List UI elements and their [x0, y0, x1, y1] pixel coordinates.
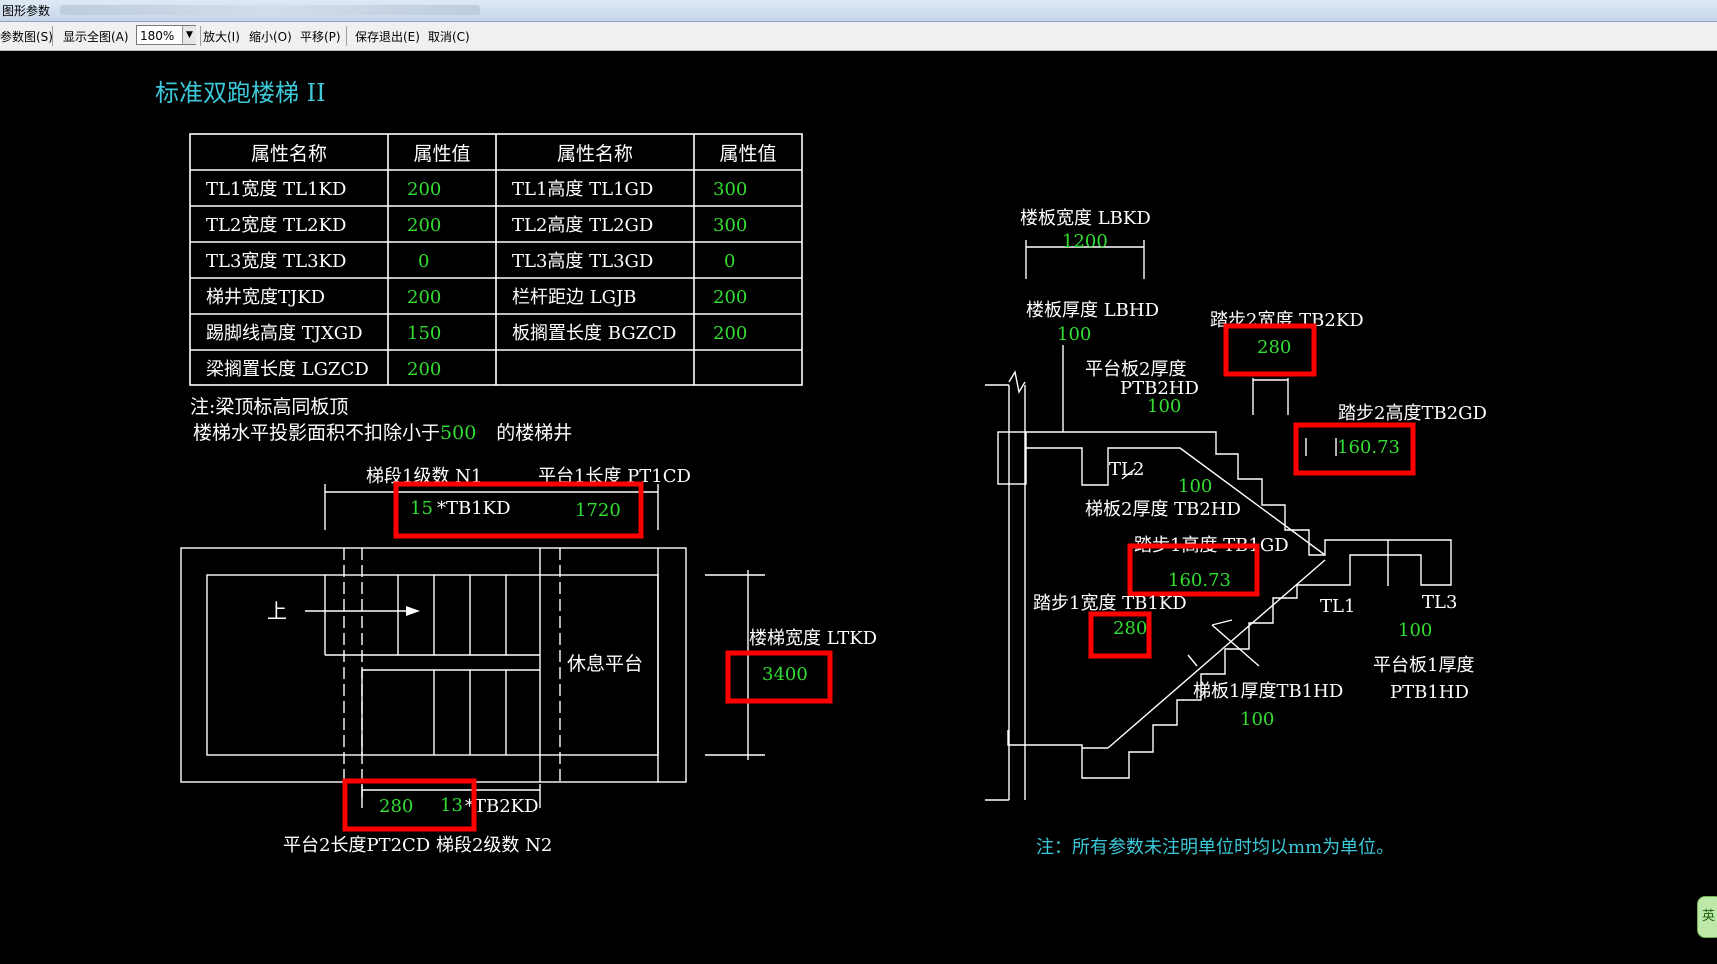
- title-bar: 图形参数: [0, 0, 1717, 22]
- table-cell: 栏杆距边 LGJB: [512, 287, 637, 308]
- tb1-text: *TB1KD: [437, 498, 511, 519]
- drawing-canvas[interactable]: 标准双跑楼梯 II 属性名称 属性值 属性名称 属性值 TL1宽度 TL1KD …: [0, 51, 1717, 964]
- tb2gd-value[interactable]: 160.73: [1337, 437, 1400, 458]
- table-cell-value[interactable]: 300: [713, 215, 747, 236]
- table-cell: TL3宽度 TL3KD: [206, 251, 346, 272]
- table-cell: TL2高度 TL2GD: [512, 215, 653, 236]
- table-cell: TL3高度 TL3GD: [512, 251, 653, 272]
- ptb1-value[interactable]: 100: [1398, 620, 1432, 641]
- save-exit-button[interactable]: 保存退出(E): [355, 28, 420, 45]
- ptb2-value[interactable]: 100: [1147, 396, 1181, 417]
- table-cell: 踢脚线高度 TJXGD: [206, 323, 363, 344]
- tb1hd-label: 梯板1厚度TB1HD: [1193, 681, 1343, 702]
- table-header: 属性名称: [251, 143, 327, 165]
- note-stairwell: 楼梯水平投影面积不扣除小于500 的楼梯井: [193, 422, 572, 444]
- ptb2-label: 平台板2厚度: [1085, 359, 1186, 380]
- width-value[interactable]: 3400: [762, 664, 808, 685]
- rest-platform-label: 休息平台: [567, 653, 643, 675]
- zoom-out-button[interactable]: 缩小(O): [249, 28, 292, 45]
- table-cell: TL1宽度 TL1KD: [206, 179, 346, 200]
- n1-value[interactable]: 15: [410, 498, 433, 519]
- stair-plan-view: [180, 484, 765, 808]
- table-cell: TL2宽度 TL2KD: [206, 215, 346, 236]
- table-cell: TL1高度 TL1GD: [512, 179, 653, 200]
- table-cell-value[interactable]: 150: [407, 323, 441, 344]
- ptb1-code: PTB1HD: [1390, 682, 1469, 703]
- plan-bottom-label: 平台2长度PT2CD 梯段2级数 N2: [283, 835, 552, 856]
- table-cell: 板搁置长度 BGZCD: [512, 323, 676, 344]
- note-beam-top: 注:梁顶标高同板顶: [190, 396, 348, 418]
- table-cell-value[interactable]: 200: [407, 179, 441, 200]
- n2-value[interactable]: 13: [440, 795, 463, 816]
- drawing-title: 标准双跑楼梯 II: [155, 79, 326, 107]
- table-cell-value[interactable]: 0: [724, 251, 735, 272]
- pt1-value[interactable]: 1720: [575, 500, 621, 521]
- table-cell-value[interactable]: 0: [418, 251, 429, 272]
- tb2gd-label: 踏步2高度TB2GD: [1338, 403, 1487, 424]
- table-header: 属性名称: [557, 143, 633, 165]
- ptb1-label: 平台板1厚度: [1373, 655, 1474, 676]
- param-diagram-button[interactable]: 参数图(S): [0, 28, 53, 45]
- table-cell: 梯井宽度TJKD: [206, 287, 325, 308]
- chevron-down-icon[interactable]: ▼: [182, 26, 196, 44]
- zoom-in-button[interactable]: 放大(I): [203, 28, 240, 45]
- tb1hd-value[interactable]: 100: [1240, 709, 1274, 730]
- cancel-button[interactable]: 取消(C): [428, 28, 470, 45]
- table-cell-value[interactable]: 200: [407, 359, 441, 380]
- tb2-value[interactable]: 280: [379, 796, 413, 817]
- lbkd-value[interactable]: 1200: [1062, 231, 1108, 252]
- table-cell-value[interactable]: 200: [407, 287, 441, 308]
- lbkd-label: 楼板宽度 LBKD: [1020, 208, 1151, 229]
- table-cell-value[interactable]: 200: [407, 215, 441, 236]
- lbhd-value[interactable]: 100: [1057, 324, 1091, 345]
- tb1gd-value[interactable]: 160.73: [1168, 570, 1231, 591]
- tb2hd-label: 梯板2厚度 TB2HD: [1085, 499, 1241, 520]
- tl1-label: TL1: [1320, 596, 1355, 617]
- table-header: 属性值: [413, 143, 470, 165]
- tl3-label: TL3: [1422, 592, 1457, 613]
- lbhd-label: 楼板厚度 LBHD: [1026, 300, 1159, 321]
- tl2-label: TL2: [1109, 459, 1144, 480]
- width-label: 楼梯宽度 LTKD: [749, 628, 877, 649]
- table-header: 属性值: [719, 143, 776, 165]
- table-cell-value[interactable]: 200: [713, 287, 747, 308]
- up-label: 上: [267, 599, 287, 623]
- note-stairwell-value: 500: [440, 422, 476, 444]
- table-cell: 梁搁置长度 LGZCD: [206, 359, 369, 380]
- ime-indicator[interactable]: 英: [1697, 896, 1717, 938]
- tb1kd-label: 踏步1宽度 TB1KD: [1033, 593, 1187, 614]
- window-title: 图形参数: [2, 4, 51, 18]
- toolbar-separator: [346, 26, 347, 46]
- tb2hd-value[interactable]: 100: [1178, 476, 1212, 497]
- toolbar-separator: [200, 26, 201, 46]
- footnote: 注：所有参数未注明单位时均以mm为单位。: [1036, 837, 1394, 858]
- table-cell-value[interactable]: 300: [713, 179, 747, 200]
- toolbar: 参数图(S) 显示全图(A) 180% ▼ 放大(I) 缩小(O) 平移(P) …: [0, 22, 1717, 51]
- toolbar-separator: [52, 26, 53, 46]
- show-all-button[interactable]: 显示全图(A): [63, 28, 129, 45]
- tb2kd-value[interactable]: 280: [1257, 337, 1291, 358]
- arrow-right-icon: [406, 606, 420, 616]
- title-path-blurred: [60, 5, 480, 15]
- table-cell-value[interactable]: 200: [713, 323, 747, 344]
- tb1kd-value[interactable]: 280: [1113, 618, 1147, 639]
- pan-button[interactable]: 平移(P): [300, 28, 341, 45]
